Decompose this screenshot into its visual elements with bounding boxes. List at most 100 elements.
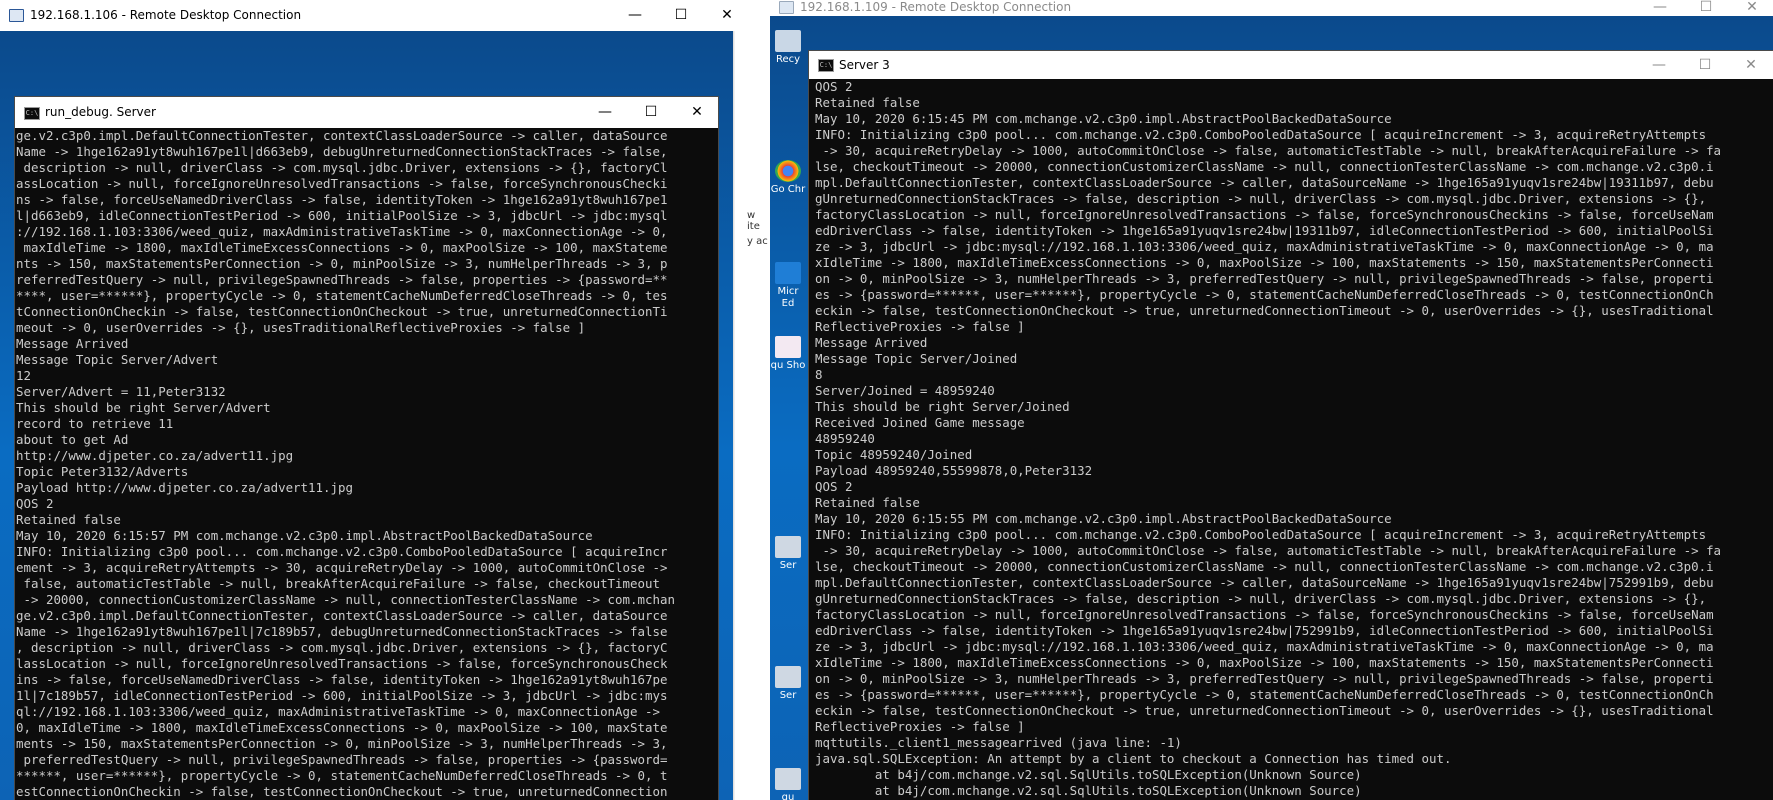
remote-desktop-window-right[interactable]: 192.168.1.109 - Remote Desktop Connectio… <box>770 0 1773 800</box>
console-line: referredTestQuery -> null, privilegeSpaw… <box>16 272 668 287</box>
console-line: ement -> 3, acquireRetryAttempts -> 30, … <box>16 560 668 575</box>
console-line: Name -> 1hge162a91yt8wuh167pe1l|7c189b57… <box>16 624 668 639</box>
maximize-button[interactable]: ☐ <box>658 0 704 31</box>
console-line: Server/Advert = 11,Peter3132 <box>16 384 226 399</box>
desktop-icon-label: Ser <box>779 560 797 571</box>
console-line: eckin -> false, testConnectionOnCheckout… <box>815 303 1714 318</box>
console-icon: C:\ <box>818 59 834 72</box>
console-line: mqttutils._client1_messagearrived (java … <box>815 735 1182 750</box>
console-line: xIdleTime -> 1800, maxIdleTimeExcessConn… <box>815 255 1714 270</box>
desktop-icon-chrome[interactable]: Go Chr <box>770 160 806 196</box>
minimize-button[interactable]: — <box>612 0 658 31</box>
console-line: gUnreturnedConnectionStackTraces -> fals… <box>815 591 1707 606</box>
desktop-icon-quiz[interactable]: qu <box>770 768 806 800</box>
remote-desktop-icon <box>779 1 794 14</box>
console-line: java.sql.SQLException: An attempt by a c… <box>815 751 1452 766</box>
console-line: record to retrieve 11 <box>16 416 174 431</box>
console-window-run-debug-server[interactable]: C:\ run_debug. Server — ☐ ✕ ge.v2.c3p0.i… <box>14 96 719 800</box>
console-maximize-button[interactable]: ☐ <box>628 97 674 128</box>
console-title-bar[interactable]: C:\ run_debug. Server — ☐ ✕ <box>15 97 718 128</box>
console-maximize-button[interactable]: ☐ <box>1682 51 1728 79</box>
console-line: preferredTestQuery -> null, privilegeSpa… <box>16 752 668 767</box>
console-line: tConnectionOnCheckin -> false, testConne… <box>16 304 668 319</box>
console-line: 1l|7c189b57, idleConnectionTestPeriod ->… <box>16 688 668 703</box>
console-line: INFO: Initializing c3p0 pool... com.mcha… <box>815 527 1707 542</box>
server-icon <box>775 666 801 688</box>
minimize-button[interactable]: — <box>1637 0 1683 16</box>
console-minimize-button[interactable]: — <box>1636 51 1682 79</box>
console-title: Server 3 <box>839 58 890 72</box>
maximize-button[interactable]: ☐ <box>1683 0 1729 16</box>
console-output[interactable]: ge.v2.c3p0.impl.DefaultConnectionTester,… <box>15 128 718 800</box>
console-line: May 10, 2020 6:15:45 PM com.mchange.v2.c… <box>815 111 1392 126</box>
console-title-bar[interactable]: C:\ Server 3 — ☐ ✕ <box>809 51 1773 79</box>
console-line: gUnreturnedConnectionStackTraces -> fals… <box>815 191 1707 206</box>
console-line: 8 <box>815 367 823 382</box>
background-text-fragment: y ac <box>747 236 768 247</box>
desktop-icon-quiz[interactable]: qu Sho <box>770 336 806 372</box>
console-line: 12 <box>16 368 31 383</box>
console-line: ments -> 150, maxStatementsPerConnection… <box>16 736 668 751</box>
console-line: ://192.168.1.103:3306/weed_quiz, maxAdmi… <box>16 224 668 239</box>
server-icon <box>775 536 801 558</box>
rdp-title-bar[interactable]: 192.168.1.106 - Remote Desktop Connectio… <box>0 0 750 31</box>
shortcut-icon <box>775 768 801 790</box>
console-line: lse, checkoutTimeout -> 20000, connectio… <box>815 559 1714 574</box>
console-line: Message Topic Server/Joined <box>815 351 1018 366</box>
console-line: mpl.DefaultConnectionTester, contextClas… <box>815 575 1714 590</box>
console-icon: C:\ <box>24 107 40 120</box>
console-close-button[interactable]: ✕ <box>1728 51 1773 79</box>
console-line: -> 30, acquireRetryDelay -> 1000, autoCo… <box>815 143 1722 158</box>
rdp-title-bar[interactable]: 192.168.1.109 - Remote Desktop Connectio… <box>770 0 1773 16</box>
console-line: INFO: Initializing c3p0 pool... com.mcha… <box>815 127 1707 142</box>
desktop-icon-label: qu Sho <box>770 360 806 371</box>
console-line: This should be right Server/Advert <box>16 400 271 415</box>
desktop-icon-edge[interactable]: Micr Ed <box>770 262 806 310</box>
console-line: ge.v2.c3p0.impl.DefaultConnectionTester,… <box>16 128 668 143</box>
console-line: QOS 2 <box>16 496 54 511</box>
console-line: 48959240 <box>815 431 875 446</box>
console-line: May 10, 2020 6:15:55 PM com.mchange.v2.c… <box>815 511 1392 526</box>
console-line: -> 30, acquireRetryDelay -> 1000, autoCo… <box>815 543 1722 558</box>
console-line: false, automaticTestTable -> null, break… <box>16 576 660 591</box>
desktop-icon-label: Micr Ed <box>777 286 799 309</box>
console-window-server-3[interactable]: C:\ Server 3 — ☐ ✕ QOS 2 Retained false Ma… <box>808 50 1773 800</box>
console-line: Message Arrived <box>815 335 928 350</box>
console-line: meout -> 0, userOverrides -> {}, usesTra… <box>16 320 586 335</box>
console-line: description -> null, driverClass -> com.… <box>16 160 668 175</box>
chrome-icon <box>775 160 801 182</box>
console-line: ql://192.168.1.103:3306/weed_quiz, maxAd… <box>16 704 660 719</box>
console-line: ge.v2.c3p0.impl.DefaultConnectionTester,… <box>16 608 668 623</box>
console-line: mpl.DefaultConnectionTester, contextClas… <box>815 175 1714 190</box>
desktop-icon-recycle-bin[interactable]: Recy <box>770 30 806 66</box>
console-line: eckin -> false, testConnectionOnCheckout… <box>815 703 1714 718</box>
console-close-button[interactable]: ✕ <box>674 97 718 128</box>
shortcut-icon <box>775 336 801 358</box>
console-line: maxIdleTime -> 1800, maxIdleTimeExcessCo… <box>16 240 668 255</box>
console-minimize-button[interactable]: — <box>582 97 628 128</box>
rdp-window-title: 192.168.1.109 - Remote Desktop Connectio… <box>800 0 1072 14</box>
console-line: -> 20000, connectionCustomizerClassName … <box>16 592 675 607</box>
desktop-icon-label: Ser <box>779 690 797 701</box>
console-line: , description -> null, driverClass -> co… <box>16 640 668 655</box>
console-line: ze -> 3, jdbcUrl -> jdbc:mysql://192.168… <box>815 639 1714 654</box>
console-line: Topic Peter3132/Adverts <box>16 464 189 479</box>
remote-desktop-window-left[interactable]: 192.168.1.106 - Remote Desktop Connectio… <box>0 0 751 800</box>
console-line: on -> 0, minPoolSize -> 3, numHelperThre… <box>815 271 1714 286</box>
console-line: edDriverClass -> false, identityToken ->… <box>815 223 1714 238</box>
console-line: 0, maxIdleTime -> 1800, maxIdleTimeExces… <box>16 720 668 735</box>
desktop-icon-label: qu <box>781 792 795 800</box>
console-line: es -> {password=******, user=******}, pr… <box>815 687 1714 702</box>
console-line: estConnectionOnCheckin -> false, testCon… <box>16 784 668 799</box>
desktop-icon-server[interactable]: Ser <box>770 666 806 702</box>
console-line: This should be right Server/Joined <box>815 399 1070 414</box>
console-line: ****, user=******}, propertyCycle -> 0, … <box>16 288 668 303</box>
console-line: lassLocation -> null, forceIgnoreUnresol… <box>16 656 668 671</box>
console-line: ze -> 3, jdbcUrl -> jdbc:mysql://192.168… <box>815 239 1714 254</box>
console-line: at b4j/com.mchange.v2.sql.SqlUtils.toSQL… <box>815 767 1362 782</box>
close-button[interactable]: ✕ <box>1729 0 1773 16</box>
console-line: QOS 2 <box>815 479 853 494</box>
console-output[interactable]: QOS 2 Retained false May 10, 2020 6:15:45 … <box>809 79 1773 800</box>
desktop-icon-server[interactable]: Ser <box>770 536 806 572</box>
console-line: INFO: Initializing c3p0 pool... com.mcha… <box>16 544 668 559</box>
